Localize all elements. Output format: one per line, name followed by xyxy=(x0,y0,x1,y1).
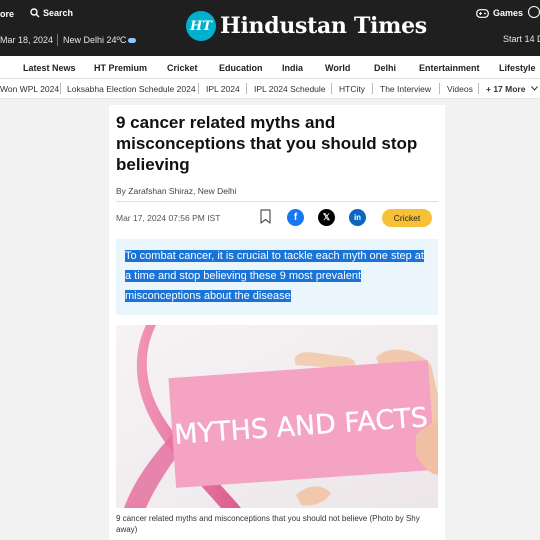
trending-separator xyxy=(246,83,247,94)
nav-item-ht-premium[interactable]: HT Premium xyxy=(94,63,147,73)
trending-separator xyxy=(372,83,373,94)
search-label: Search xyxy=(43,8,74,18)
games-button[interactable]: Games xyxy=(476,8,523,18)
trending-item-videos[interactable]: Videos xyxy=(447,84,473,94)
nav-item-delhi[interactable]: Delhi xyxy=(374,63,396,73)
trending-item-ipl-schedule[interactable]: IPL 2024 Schedule xyxy=(254,84,326,94)
nav-item-education[interactable]: Education xyxy=(219,63,263,73)
weather-text: New Delhi 24ºC xyxy=(63,35,127,45)
logo-badge: HT xyxy=(186,11,216,41)
nav-item-cricket[interactable]: Cricket xyxy=(167,63,198,73)
trending-separator xyxy=(331,83,332,94)
primary-nav: Latest News HT Premium Cricket Education… xyxy=(0,56,540,79)
article-headline: 9 cancer related myths and misconception… xyxy=(116,113,418,174)
chevron-down-icon xyxy=(531,86,538,91)
trending-separator xyxy=(198,83,199,94)
cloud-icon xyxy=(128,38,137,44)
search-icon xyxy=(30,8,40,18)
nav-item-india[interactable]: India xyxy=(282,63,303,73)
trending-nav: Won WPL 2024 Loksabha Election Schedule … xyxy=(0,79,540,99)
weather-widget[interactable]: New Delhi 24ºC xyxy=(63,35,137,45)
menu-button[interactable]: ore xyxy=(0,9,14,19)
linkedin-share-icon[interactable]: in xyxy=(349,209,366,226)
site-logo[interactable]: HT Hindustan Times xyxy=(186,11,427,41)
trending-item-htcity[interactable]: HTCity xyxy=(339,84,365,94)
start-trial-link[interactable]: Start 14 D xyxy=(503,34,540,44)
hero-image[interactable]: MYTHS AND FACTS xyxy=(116,325,438,508)
article-card: 9 cancer related myths and misconception… xyxy=(109,105,445,540)
trending-item-wpl[interactable]: Won WPL 2024 xyxy=(0,84,59,94)
nav-item-lifestyle[interactable]: Lifestyle xyxy=(499,63,536,73)
x-share-icon[interactable]: 𝕏 xyxy=(318,209,335,226)
trending-separator xyxy=(439,83,440,94)
trending-item-interview[interactable]: The Interview xyxy=(380,84,431,94)
nav-item-entertainment[interactable]: Entertainment xyxy=(419,63,480,73)
bookmark-icon[interactable] xyxy=(260,209,271,224)
category-tag[interactable]: Cricket xyxy=(382,209,432,227)
top-header: ore Search Mar 18, 2024 New Delhi 24ºC H… xyxy=(0,0,540,56)
article-byline[interactable]: By Zarafshan Shiraz, New Delhi xyxy=(116,186,236,196)
nav-item-world[interactable]: World xyxy=(325,63,350,73)
summary-text: To combat cancer, it is crucial to tackl… xyxy=(125,250,424,302)
image-caption: 9 cancer related myths and misconception… xyxy=(116,514,420,534)
publish-date: Mar 17, 2024 07:56 PM IST xyxy=(116,213,221,223)
logo-name: Hindustan Times xyxy=(220,13,427,39)
trending-separator xyxy=(478,83,479,94)
divider xyxy=(116,201,438,202)
search-button[interactable]: Search xyxy=(30,8,73,18)
facebook-share-icon[interactable]: f xyxy=(287,209,304,226)
gamepad-icon xyxy=(476,8,489,18)
current-date: Mar 18, 2024 xyxy=(0,35,54,45)
article-summary: To combat cancer, it is crucial to tackl… xyxy=(116,239,438,315)
games-label: Games xyxy=(493,8,524,18)
myths-facts-illustration: MYTHS AND FACTS xyxy=(116,325,438,508)
trending-separator xyxy=(60,83,61,94)
nav-item-latest-news[interactable]: Latest News xyxy=(23,63,76,73)
user-icon[interactable] xyxy=(528,6,540,18)
trending-more-button[interactable]: + 17 More xyxy=(486,84,525,94)
trending-item-ipl[interactable]: IPL 2024 xyxy=(206,84,240,94)
header-divider xyxy=(57,34,58,46)
trending-item-election[interactable]: Loksabha Election Schedule 2024 xyxy=(67,84,196,94)
